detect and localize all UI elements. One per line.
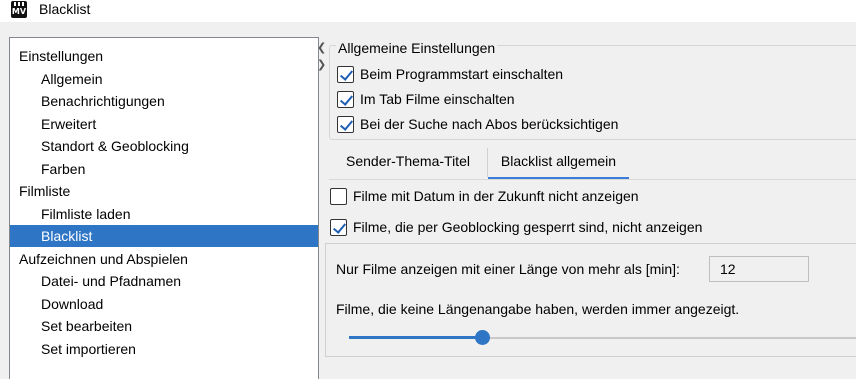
checkbox-suche-abos[interactable] (337, 115, 354, 133)
option-suche-abos[interactable]: Bei der Suche nach Abos berücksichtigen (337, 113, 618, 135)
tab-underline (329, 179, 856, 180)
tab-blacklist-allgemein[interactable]: Blacklist allgemein (488, 146, 629, 179)
option-geoblocking[interactable]: Filme, die per Geoblocking gesperrt sind… (330, 216, 702, 238)
option-tab-filme[interactable]: Im Tab Filme einschalten (337, 88, 515, 110)
label-suche-abos: Bei der Suche nach Abos berücksichtigen (360, 116, 619, 132)
tree-item-set-importieren[interactable]: Set importieren (10, 338, 318, 360)
settings-tree[interactable]: Einstellungen Allgemein Benachrichtigung… (9, 37, 319, 379)
tree-item-blacklist[interactable]: Blacklist (10, 225, 318, 247)
tree-item-aufzeichnen-abspielen[interactable]: Aufzeichnen und Abspielen (10, 248, 318, 270)
tree-item-benachrichtigungen[interactable]: Benachrichtigungen (10, 90, 318, 112)
checkbox-geoblocking[interactable] (330, 218, 347, 236)
collapse-left-icon[interactable]: ❮ (317, 43, 326, 54)
label-geoblocking: Filme, die per Geoblocking gesperrt sind… (353, 219, 703, 235)
tree-item-download[interactable]: Download (10, 293, 318, 315)
option-programmstart[interactable]: Beim Programmstart einschalten (337, 63, 563, 85)
checkbox-tab-filme[interactable] (337, 90, 354, 108)
tree-item-erweitert[interactable]: Erweitert (10, 113, 318, 135)
length-slider-fill (349, 336, 483, 339)
window-title: Blacklist (39, 1, 91, 17)
tree-item-filmliste[interactable]: Filmliste (10, 180, 318, 202)
tree-item-allgemein[interactable]: Allgemein (10, 68, 318, 90)
tab-bar: Sender-Thema-Titel Blacklist allgemein (329, 146, 856, 179)
tab-sender-thema-titel[interactable]: Sender-Thema-Titel (329, 146, 487, 179)
tree-item-standort-geoblocking[interactable]: Standort & Geoblocking (10, 135, 318, 157)
general-settings-title: Allgemeine Einstellungen (336, 39, 498, 57)
checkbox-programmstart[interactable] (337, 65, 354, 83)
label-programmstart: Beim Programmstart einschalten (360, 66, 564, 82)
length-label: Nur Filme anzeigen mit einer Länge von m… (336, 261, 680, 277)
length-info-text: Filme, die keine Längenangabe haben, wer… (336, 301, 740, 317)
length-input[interactable]: 12 (709, 256, 809, 282)
tree-item-set-bearbeiten[interactable]: Set bearbeiten (10, 315, 318, 337)
label-tab-filme: Im Tab Filme einschalten (360, 91, 515, 107)
option-zukunft[interactable]: Filme mit Datum in der Zukunft nicht anz… (330, 185, 639, 207)
tree-item-filmliste-laden[interactable]: Filmliste laden (10, 203, 318, 225)
title-bar: MV Blacklist (0, 0, 856, 22)
checkbox-zukunft[interactable] (330, 187, 347, 205)
tree-item-farben[interactable]: Farben (10, 158, 318, 180)
mediathekview-icon: MV (11, 1, 27, 18)
label-zukunft: Filme mit Datum in der Zukunft nicht anz… (353, 188, 639, 204)
expand-right-icon[interactable]: ❯ (317, 60, 326, 71)
tree-item-einstellungen[interactable]: Einstellungen (10, 45, 318, 67)
tree-item-datei-pfadnamen[interactable]: Datei- und Pfadnamen (10, 270, 318, 292)
